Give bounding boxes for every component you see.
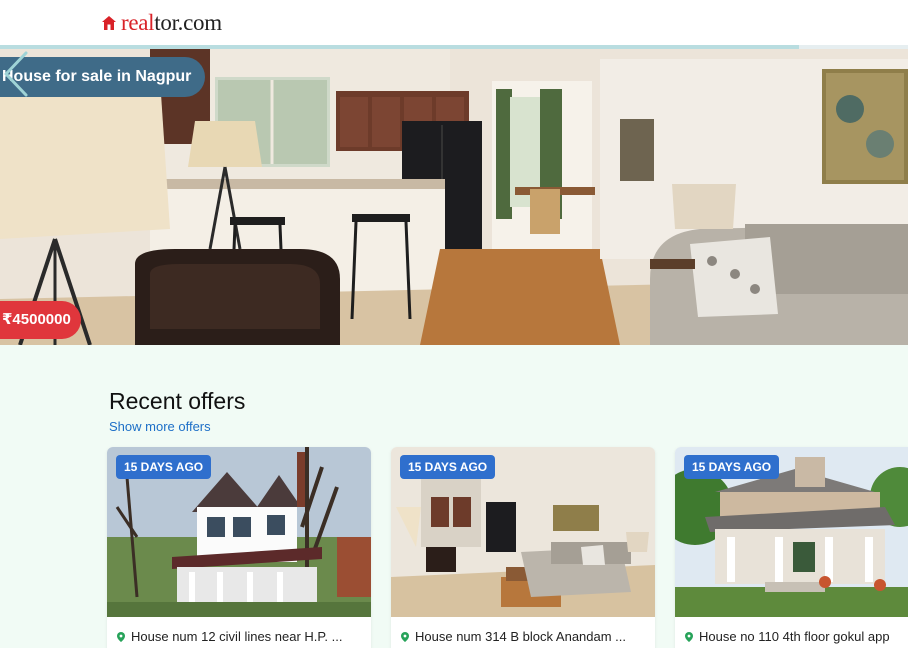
location-pin-icon	[117, 631, 125, 642]
home-icon	[102, 16, 116, 30]
logo-text-red: real	[121, 10, 155, 35]
location-pin-icon	[401, 631, 409, 642]
offer-card-address: House num 314 B block Anandam ...	[415, 629, 627, 644]
offer-card-3[interactable]: 15 DAYS AGO House no 110 4th floor gokul…	[675, 447, 908, 648]
listing-price-badge: ₹4500000	[0, 301, 81, 339]
offer-card-2[interactable]: 15 DAYS AGO House num 314 B block Ananda…	[391, 447, 655, 648]
show-more-offers-link[interactable]: Show more offers	[109, 419, 211, 434]
offer-card-1[interactable]: 15 DAYS AGO House num 12 civil lines nea…	[107, 447, 371, 648]
recent-offers-heading: Recent offers	[109, 388, 246, 414]
logo-text-dark: tor.com	[154, 10, 222, 35]
logo-text: realtor.com	[121, 10, 222, 36]
listing-age-badge: 15 DAYS AGO	[400, 455, 496, 479]
listing-age-badge: 15 DAYS AGO	[684, 455, 780, 479]
offer-card-caption[interactable]: House num 12 civil lines near H.P. ...	[117, 629, 365, 644]
hero-slider[interactable]: House for sale in Nagpur ₹4500000	[0, 49, 908, 345]
top-bar: realtor.com	[0, 0, 908, 46]
listing-age-badge: 15 DAYS AGO	[116, 455, 212, 479]
offer-card-address: House no 110 4th floor gokul app	[699, 629, 890, 644]
chevron-left-icon[interactable]	[0, 49, 34, 99]
offer-card-caption[interactable]: House no 110 4th floor gokul app	[685, 629, 907, 644]
offer-card-address: House num 12 civil lines near H.P. ...	[131, 629, 343, 644]
realtor-logo[interactable]: realtor.com	[100, 10, 222, 36]
location-pin-icon	[685, 631, 693, 642]
offer-card-caption[interactable]: House num 314 B block Anandam ...	[401, 629, 649, 644]
